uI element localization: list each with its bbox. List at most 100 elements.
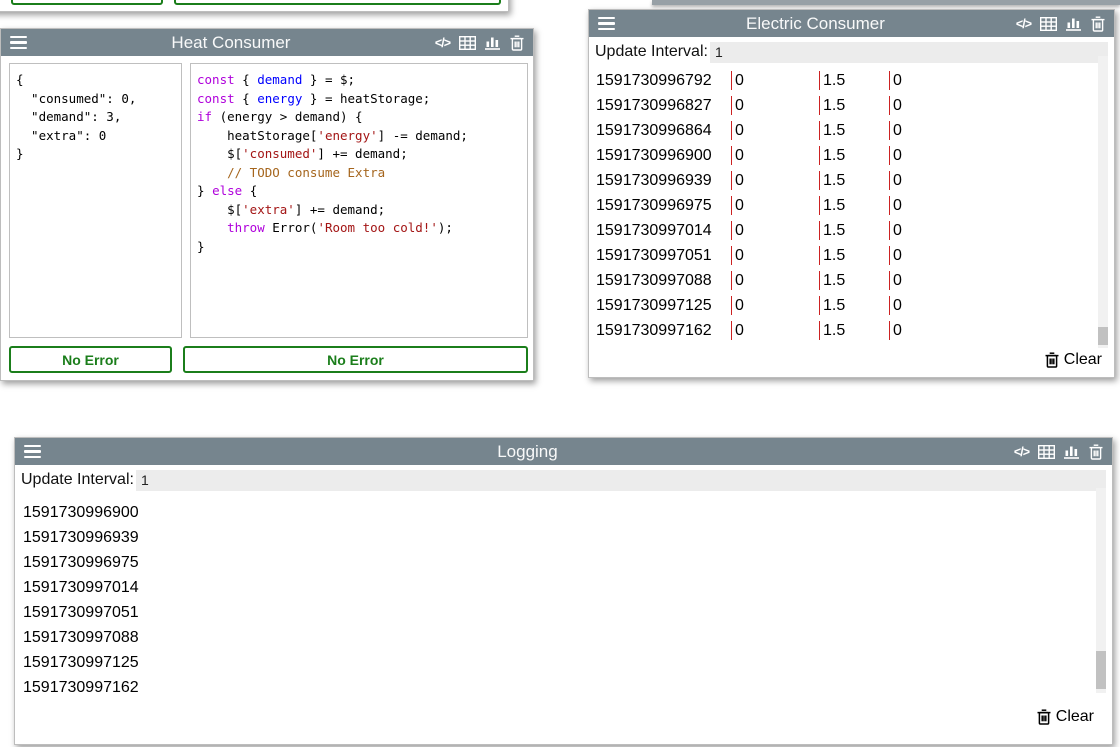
table-row: 159173099708801.50 <box>589 268 1094 293</box>
code-view-icon[interactable]: </> <box>1016 17 1031 31</box>
timestamp-cell: 1591730997014 <box>589 222 731 240</box>
value-cell: 0 <box>889 121 969 140</box>
update-interval-input[interactable] <box>710 42 1108 63</box>
value-cell: 0 <box>889 271 969 290</box>
trash-icon[interactable] <box>1089 444 1103 460</box>
table-row: 159173099682701.50 <box>589 93 1094 118</box>
table-row: 159173099716201.50 <box>589 318 1094 343</box>
timestamp-cell: 1591730996939 <box>589 172 731 190</box>
trash-icon <box>1037 709 1051 725</box>
code-view-icon[interactable]: </> <box>435 36 450 50</box>
scrollbar[interactable] <box>1098 56 1108 348</box>
value-cell: 1.5 <box>819 71 889 90</box>
chart-view-icon[interactable] <box>1066 16 1082 31</box>
script-code-line: const { energy } = heatStorage; <box>197 90 521 109</box>
heat-consumer-header: Heat Consumer </> <box>1 29 533 56</box>
logging-header: Logging </> <box>15 438 1112 465</box>
value-cell: 1.5 <box>819 321 889 340</box>
value-cell: 0 <box>889 146 969 165</box>
value-cell: 0 <box>731 196 819 215</box>
chart-view-icon[interactable] <box>1064 444 1080 459</box>
log-entry: 1591730996900 <box>23 500 139 525</box>
scrollbar[interactable] <box>1096 488 1106 693</box>
script-code-line: // TODO consume Extra <box>197 164 521 183</box>
value-cell: 0 <box>731 321 819 340</box>
value-cell: 0 <box>731 171 819 190</box>
value-cell: 0 <box>731 71 819 90</box>
value-cell: 1.5 <box>819 271 889 290</box>
timestamp-cell: 1591730997125 <box>589 297 731 315</box>
json-code-line: "demand": 3, <box>16 108 175 127</box>
log-entry: 1591730996939 <box>23 525 139 550</box>
status-badge: No Error <box>174 0 501 5</box>
script-code-line: heatStorage['energy'] -= demand; <box>197 127 521 146</box>
table-view-icon[interactable] <box>459 36 476 50</box>
json-code-line: "extra": 0 <box>16 127 175 146</box>
value-cell: 0 <box>889 321 969 340</box>
value-cell: 0 <box>889 246 969 265</box>
clear-button[interactable]: Clear <box>1037 708 1094 726</box>
log-entry: 1591730997088 <box>23 625 139 650</box>
chart-view-icon[interactable] <box>485 35 501 50</box>
table-view-icon[interactable] <box>1038 445 1055 459</box>
trash-icon[interactable] <box>510 35 524 51</box>
clear-button[interactable]: Clear <box>1045 351 1102 369</box>
value-cell: 0 <box>731 296 819 315</box>
script-code-line: if (energy > demand) { <box>197 108 521 127</box>
script-code-line: } else { <box>197 182 521 201</box>
widget-title: Heat Consumer <box>27 33 435 53</box>
value-cell: 1.5 <box>819 121 889 140</box>
update-interval-label: Update Interval: <box>595 43 708 61</box>
json-code-line: { <box>16 71 175 90</box>
value-cell: 0 <box>889 296 969 315</box>
script-code-line: throw Error('Room too cold!'); <box>197 219 521 238</box>
value-cell: 0 <box>889 71 969 90</box>
table-view-icon[interactable] <box>1040 17 1057 31</box>
timestamp-cell: 1591730997162 <box>589 322 731 340</box>
status-badge: No Error <box>11 0 163 5</box>
partial-widget-top: No Error No Error <box>0 0 509 12</box>
timestamp-cell: 1591730996827 <box>589 97 731 115</box>
cutoff-widget-edge <box>652 0 1120 5</box>
timestamp-cell: 1591730996792 <box>589 72 731 90</box>
value-cell: 0 <box>731 121 819 140</box>
value-cell: 0 <box>889 171 969 190</box>
timestamp-cell: 1591730996975 <box>589 197 731 215</box>
script-code-line: $['consumed'] += demand; <box>197 145 521 164</box>
clear-button-label: Clear <box>1064 351 1102 369</box>
widget-logging: Logging </> <box>14 437 1113 745</box>
menu-icon[interactable] <box>598 17 615 31</box>
value-cell: 1.5 <box>819 146 889 165</box>
value-cell: 0 <box>731 246 819 265</box>
log-entry: 1591730997051 <box>23 600 139 625</box>
log-entry: 1591730996975 <box>23 550 139 575</box>
script-code-line: const { demand } = $; <box>197 71 521 90</box>
table-row: 159173099712501.50 <box>589 293 1094 318</box>
value-cell: 1.5 <box>819 96 889 115</box>
data-table: 159173099679201.50159173099682701.501591… <box>589 68 1094 343</box>
value-cell: 1.5 <box>819 171 889 190</box>
menu-icon[interactable] <box>24 445 41 459</box>
json-code-line: "consumed": 0, <box>16 90 175 109</box>
log-entry: 1591730997014 <box>23 575 139 600</box>
state-json-editor[interactable]: { "consumed": 0, "demand": 3, "extra": 0… <box>9 63 182 338</box>
menu-icon[interactable] <box>10 36 27 50</box>
value-cell: 1.5 <box>819 221 889 240</box>
table-row: 159173099697501.50 <box>589 193 1094 218</box>
update-interval-label: Update Interval: <box>21 471 134 489</box>
widget-heat-consumer: Heat Consumer </> <box>0 28 534 381</box>
scrollbar-thumb[interactable] <box>1096 651 1106 689</box>
script-editor[interactable]: const { demand } = $;const { energy } = … <box>190 63 528 338</box>
table-row: 159173099705101.50 <box>589 243 1094 268</box>
value-cell: 0 <box>731 146 819 165</box>
code-view-icon[interactable]: </> <box>1014 445 1029 459</box>
value-cell: 0 <box>889 221 969 240</box>
trash-icon <box>1045 352 1059 368</box>
trash-icon[interactable] <box>1091 16 1105 32</box>
value-cell: 1.5 <box>819 196 889 215</box>
table-row: 159173099693901.50 <box>589 168 1094 193</box>
log-list: 1591730996900159173099693915917309969751… <box>23 500 139 700</box>
update-interval-input[interactable] <box>136 470 1106 491</box>
scrollbar-thumb[interactable] <box>1098 327 1108 345</box>
status-badge: No Error <box>183 346 528 373</box>
